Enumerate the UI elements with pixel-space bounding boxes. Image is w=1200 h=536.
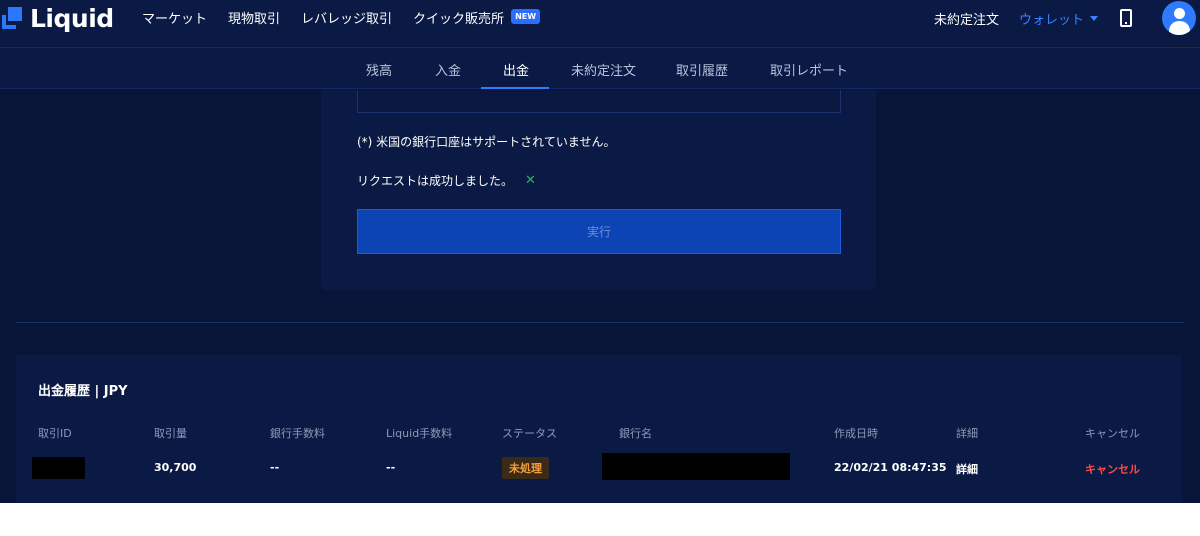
redacted-transaction-id [32, 457, 85, 479]
mobile-app-icon[interactable] [1120, 9, 1132, 27]
tab-deposit[interactable]: 入金 [435, 60, 461, 79]
new-badge: NEW [511, 9, 541, 24]
wallet-tabs: 残高 入金 出金 未約定注文 取引履歴 取引レポート [0, 47, 1200, 89]
detail-link[interactable]: 詳細 [956, 461, 978, 477]
row-amount: 30,700 [154, 461, 197, 474]
wallet-label: ウォレット [1018, 12, 1084, 28]
tab-balance[interactable]: 残高 [366, 60, 392, 79]
open-orders-link[interactable]: 未約定注文 [934, 9, 999, 28]
chevron-down-icon [1090, 15, 1098, 21]
col-cancel: キャンセル [1085, 427, 1140, 440]
withdraw-history-panel: 出金履歴 | JPY 取引ID 取引量 銀行手数料 Liquid手数料 ステータ… [16, 355, 1182, 503]
cancel-link[interactable]: キャンセル [1085, 461, 1140, 477]
col-transaction-id: 取引ID [38, 427, 72, 440]
tab-trade-history[interactable]: 取引履歴 [676, 60, 728, 79]
row-liquid-fee: -- [386, 461, 396, 474]
col-detail: 詳細 [956, 427, 978, 440]
col-status: ステータス [502, 427, 557, 440]
tab-open-orders[interactable]: 未約定注文 [571, 60, 636, 79]
right-nav: 未約定注文 ウォレット [934, 0, 1200, 36]
col-created-at: 作成日時 [834, 427, 878, 440]
close-icon[interactable]: ✕ [525, 173, 536, 188]
nav-quick-exchange[interactable]: クイック販売所 [413, 8, 504, 27]
success-message: リクエストは成功しました。 ✕ [357, 172, 536, 189]
execute-button[interactable]: 実行 [357, 209, 841, 254]
row-bank-fee: -- [270, 461, 280, 474]
bank-field-input[interactable] [357, 90, 841, 113]
col-amount: 取引量 [154, 427, 187, 440]
tab-withdraw[interactable]: 出金 [503, 60, 529, 79]
col-bank-name: 銀行名 [619, 427, 652, 440]
status-badge: 未処理 [502, 457, 549, 479]
liquid-logo[interactable]: Liquid [0, 3, 114, 33]
liquid-logo-icon [2, 7, 24, 29]
active-tab-indicator [481, 87, 549, 89]
row-created-at: 22/02/21 08:47:35 [834, 461, 947, 474]
section-divider [16, 322, 1184, 323]
withdraw-form-card: (*) 米国の銀行口座はサポートされていません。 リクエストは成功しました。 ✕… [321, 90, 876, 290]
tab-trade-report[interactable]: 取引レポート [770, 60, 848, 79]
wallet-dropdown[interactable]: ウォレット [1019, 9, 1098, 28]
history-title: 出金履歴 | JPY [38, 384, 128, 399]
nav-spot-trading[interactable]: 現物取引 [228, 8, 280, 27]
us-bank-note: (*) 米国の銀行口座はサポートされていません。 [357, 135, 616, 149]
col-bank-fee: 銀行手数料 [270, 427, 325, 440]
col-liquid-fee: Liquid手数料 [386, 427, 453, 440]
main-nav: マーケット 現物取引 レバレッジ取引 クイック販売所 NEW [142, 8, 541, 27]
redacted-bank-name [602, 453, 790, 480]
success-text: リクエストは成功しました。 [357, 174, 514, 188]
top-navbar: Liquid マーケット 現物取引 レバレッジ取引 クイック販売所 NEW 未約… [0, 0, 1200, 46]
logo-text: Liquid [30, 3, 114, 33]
app-root: Liquid マーケット 現物取引 レバレッジ取引 クイック販売所 NEW 未約… [0, 0, 1200, 503]
nav-leverage-trading[interactable]: レバレッジ取引 [301, 8, 392, 27]
user-avatar-icon[interactable] [1162, 1, 1196, 35]
nav-market[interactable]: マーケット [142, 8, 207, 27]
